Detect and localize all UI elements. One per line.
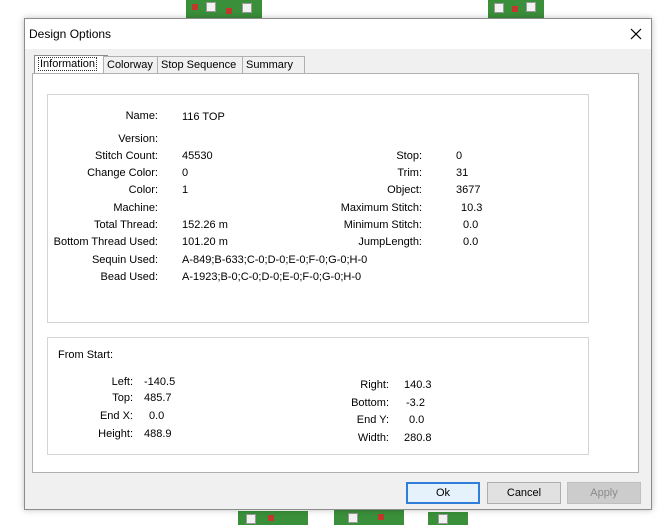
name-label: Name: — [125, 110, 158, 122]
version-label: Version: — [118, 133, 158, 145]
end-y-value: 0.0 — [409, 414, 425, 426]
stitch-count-label: Stitch Count: — [95, 150, 158, 162]
tab-stop-sequence[interactable]: Stop Sequence — [157, 56, 245, 74]
width-value: 280.8 — [404, 432, 432, 444]
end-x-label: End X: — [99, 410, 133, 422]
min-stitch-label: Minimum Stitch: — [343, 219, 422, 231]
trim-value: 31 — [456, 167, 469, 179]
bead-used-value: A-1923;B-0;C-0;D-0;E-0;F-0;G-0;H-0 — [182, 271, 362, 283]
right-label: Right: — [360, 379, 389, 391]
height-label: Height: — [98, 428, 133, 440]
tab-information[interactable]: Information — [34, 55, 108, 75]
trim-label: Trim: — [397, 167, 422, 179]
title-bar: Design Options — [25, 19, 651, 49]
change-color-label: Change Color: — [87, 167, 158, 179]
end-y-label: End Y: — [356, 414, 389, 426]
object-value: 3677 — [456, 184, 481, 196]
design-info-group: Name: 116 TOP Version: Stitch Count: 455… — [47, 94, 589, 323]
total-thread-value: 152.26 m — [182, 219, 228, 231]
name-value: 116 TOP — [182, 111, 225, 123]
close-button[interactable] — [621, 19, 651, 49]
sequin-used-value: A-849;B-633;C-0;D-0;E-0;F-0;G-0;H-0 — [182, 254, 368, 266]
top-label: Top: — [112, 392, 133, 404]
dialog-title: Design Options — [29, 27, 112, 41]
left-value: -140.5 — [144, 376, 176, 388]
jump-length-value: 0.0 — [463, 236, 479, 248]
background-embroidery-top-right — [488, 0, 544, 18]
information-panel: Name: 116 TOP Version: Stitch Count: 455… — [32, 73, 639, 473]
from-start-group: From Start: Left: -140.5 Top: 485.7 End … — [47, 337, 589, 455]
height-value: 488.9 — [144, 428, 172, 440]
stop-label: Stop: — [396, 150, 422, 162]
max-stitch-value: 10.3 — [461, 202, 483, 214]
min-stitch-value: 0.0 — [463, 219, 479, 231]
bottom-thread-value: 101.20 m — [182, 236, 228, 248]
bottom-value: -3.2 — [406, 397, 425, 409]
background-embroidery-bottom — [238, 508, 468, 525]
end-x-value: 0.0 — [149, 410, 165, 422]
tab-summary[interactable]: Summary — [242, 56, 305, 74]
bottom-label: Bottom: — [351, 397, 389, 409]
jump-length-label: JumpLength: — [358, 236, 422, 248]
apply-button[interactable]: Apply — [567, 482, 641, 504]
change-color-value: 0 — [182, 167, 189, 179]
bottom-thread-label: Bottom Thread Used: — [53, 236, 158, 248]
color-value: 1 — [182, 184, 189, 196]
top-value: 485.7 — [144, 392, 172, 404]
background-embroidery-top-left — [186, 0, 262, 18]
bead-used-label: Bead Used: — [100, 271, 158, 283]
from-start-title: From Start: — [58, 349, 114, 361]
total-thread-label: Total Thread: — [93, 219, 158, 231]
right-value: 140.3 — [404, 379, 432, 391]
left-label: Left: — [111, 376, 133, 388]
ok-button[interactable]: Ok — [406, 482, 480, 504]
stop-value: 0 — [456, 150, 463, 162]
color-label: Color: — [128, 184, 158, 196]
tab-colorway[interactable]: Colorway — [103, 56, 161, 74]
max-stitch-label: Maximum Stitch: — [340, 202, 422, 214]
close-icon — [630, 28, 642, 40]
machine-label: Machine: — [113, 202, 158, 214]
stitch-count-value: 45530 — [182, 150, 213, 162]
object-label: Object: — [387, 184, 422, 196]
width-label: Width: — [357, 432, 389, 444]
design-options-dialog: Design Options Information Colorway Stop… — [24, 18, 652, 510]
cancel-button[interactable]: Cancel — [487, 482, 561, 504]
sequin-used-label: Sequin Used: — [91, 254, 158, 266]
